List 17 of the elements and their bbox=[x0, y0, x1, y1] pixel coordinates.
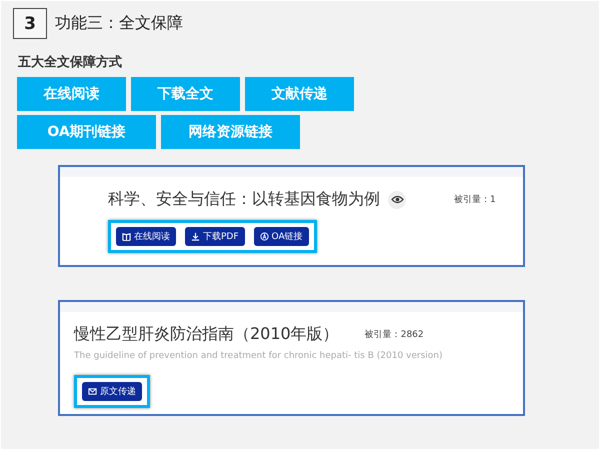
article-title[interactable]: 慢性乙型肝炎防治指南（2010年版） bbox=[74, 324, 339, 345]
section-heading: 功能三：全文保障 bbox=[55, 13, 183, 34]
english-title: The guideline of prevention and treatment for chronic hepati- tis B (2010 version) bbox=[74, 351, 444, 361]
oa-icon bbox=[260, 232, 269, 241]
download-icon bbox=[191, 232, 200, 241]
citation-count: 被引量：2862 bbox=[364, 328, 424, 341]
step-number: 3 bbox=[13, 8, 47, 39]
action-button[interactable]: OA链接 bbox=[254, 227, 309, 246]
action-button[interactable]: 在线阅读 bbox=[116, 227, 176, 246]
book-icon bbox=[122, 232, 131, 241]
article-title[interactable]: 科学、安全与信任：以转基因食物为例 bbox=[108, 189, 380, 210]
action-button[interactable]: 下载PDF bbox=[185, 227, 245, 246]
action-button[interactable]: 原文传递 bbox=[82, 382, 142, 401]
subheading: 五大全文保障方式 bbox=[18, 54, 123, 71]
mail-icon bbox=[88, 387, 97, 396]
citation-count: 被引量：1 bbox=[454, 194, 496, 206]
eye-icon[interactable] bbox=[388, 190, 406, 208]
